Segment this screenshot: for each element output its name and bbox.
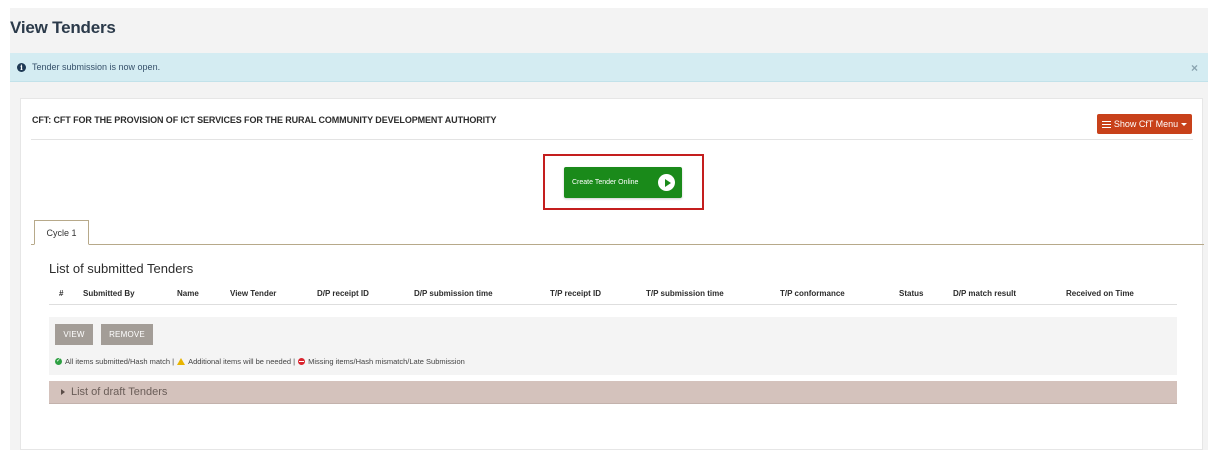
tab-cycle-1[interactable]: Cycle 1	[34, 220, 89, 245]
col-name: Name	[177, 289, 199, 298]
page-container: View Tenders i Tender submission is now …	[10, 8, 1208, 450]
draft-tenders-toggle[interactable]: List of draft Tenders	[49, 381, 1177, 404]
col-dp-receipt-id: D/P receipt ID	[317, 289, 369, 298]
col-tp-submission-time: T/P submission time	[646, 289, 724, 298]
draft-tenders-label: List of draft Tenders	[71, 386, 168, 398]
col-received-on-time: Received on Time	[1066, 289, 1134, 298]
col-tp-conformance: T/P conformance	[780, 289, 845, 298]
col-dp-submission-time: D/P submission time	[414, 289, 493, 298]
minus-circle-icon	[298, 358, 306, 365]
create-tender-online-button[interactable]: Create Tender Online	[564, 167, 682, 198]
warning-icon	[177, 358, 186, 365]
remove-button[interactable]: REMOVE	[101, 324, 153, 345]
header-divider	[31, 139, 1193, 140]
submitted-table-header: # Submitted By Name View Tender D/P rece…	[49, 285, 1177, 305]
list-icon	[1101, 120, 1111, 128]
page-title: View Tenders	[10, 18, 116, 37]
show-cft-menu-button[interactable]: Show CfT Menu	[1097, 114, 1192, 134]
info-icon: i	[17, 62, 26, 72]
view-button[interactable]: VIEW	[55, 324, 93, 345]
submitted-tenders-title: List of submitted Tenders	[49, 261, 194, 276]
cft-panel: CFT: CFT FOR THE PROVISION OF ICT SERVIC…	[20, 98, 1204, 450]
col-status: Status	[899, 289, 924, 298]
col-tp-receipt-id: T/P receipt ID	[550, 289, 601, 298]
col-number: #	[59, 289, 64, 298]
info-alert: i Tender submission is now open. ×	[10, 53, 1208, 82]
check-circle-icon: ✓	[55, 358, 62, 365]
play-icon	[658, 174, 675, 191]
submitted-table-body: VIEW REMOVE ✓ All items submitted/Hash m…	[49, 317, 1177, 375]
legend-warn-text: Additional items will be needed |	[188, 357, 296, 366]
legend-ok-text: All items submitted/Hash match |	[65, 357, 175, 366]
alert-message: Tender submission is now open.	[32, 62, 161, 72]
cft-title: CFT: CFT FOR THE PROVISION OF ICT SERVIC…	[32, 115, 497, 125]
tab-strip-line	[31, 244, 1204, 245]
caret-down-icon	[1181, 123, 1188, 126]
status-legend: ✓ All items submitted/Hash match | Addit…	[55, 357, 465, 366]
create-tender-label: Create Tender Online	[572, 179, 639, 186]
show-cft-menu-label: Show CfT Menu	[1113, 119, 1179, 129]
caret-right-icon	[61, 389, 65, 395]
col-submitted-by: Submitted By	[83, 289, 135, 298]
close-icon[interactable]: ×	[1191, 61, 1198, 75]
col-view-tender: View Tender	[230, 289, 277, 298]
legend-err-text: Missing items/Hash mismatch/Late Submiss…	[308, 357, 465, 366]
col-dp-match-result: D/P match result	[953, 289, 1016, 298]
